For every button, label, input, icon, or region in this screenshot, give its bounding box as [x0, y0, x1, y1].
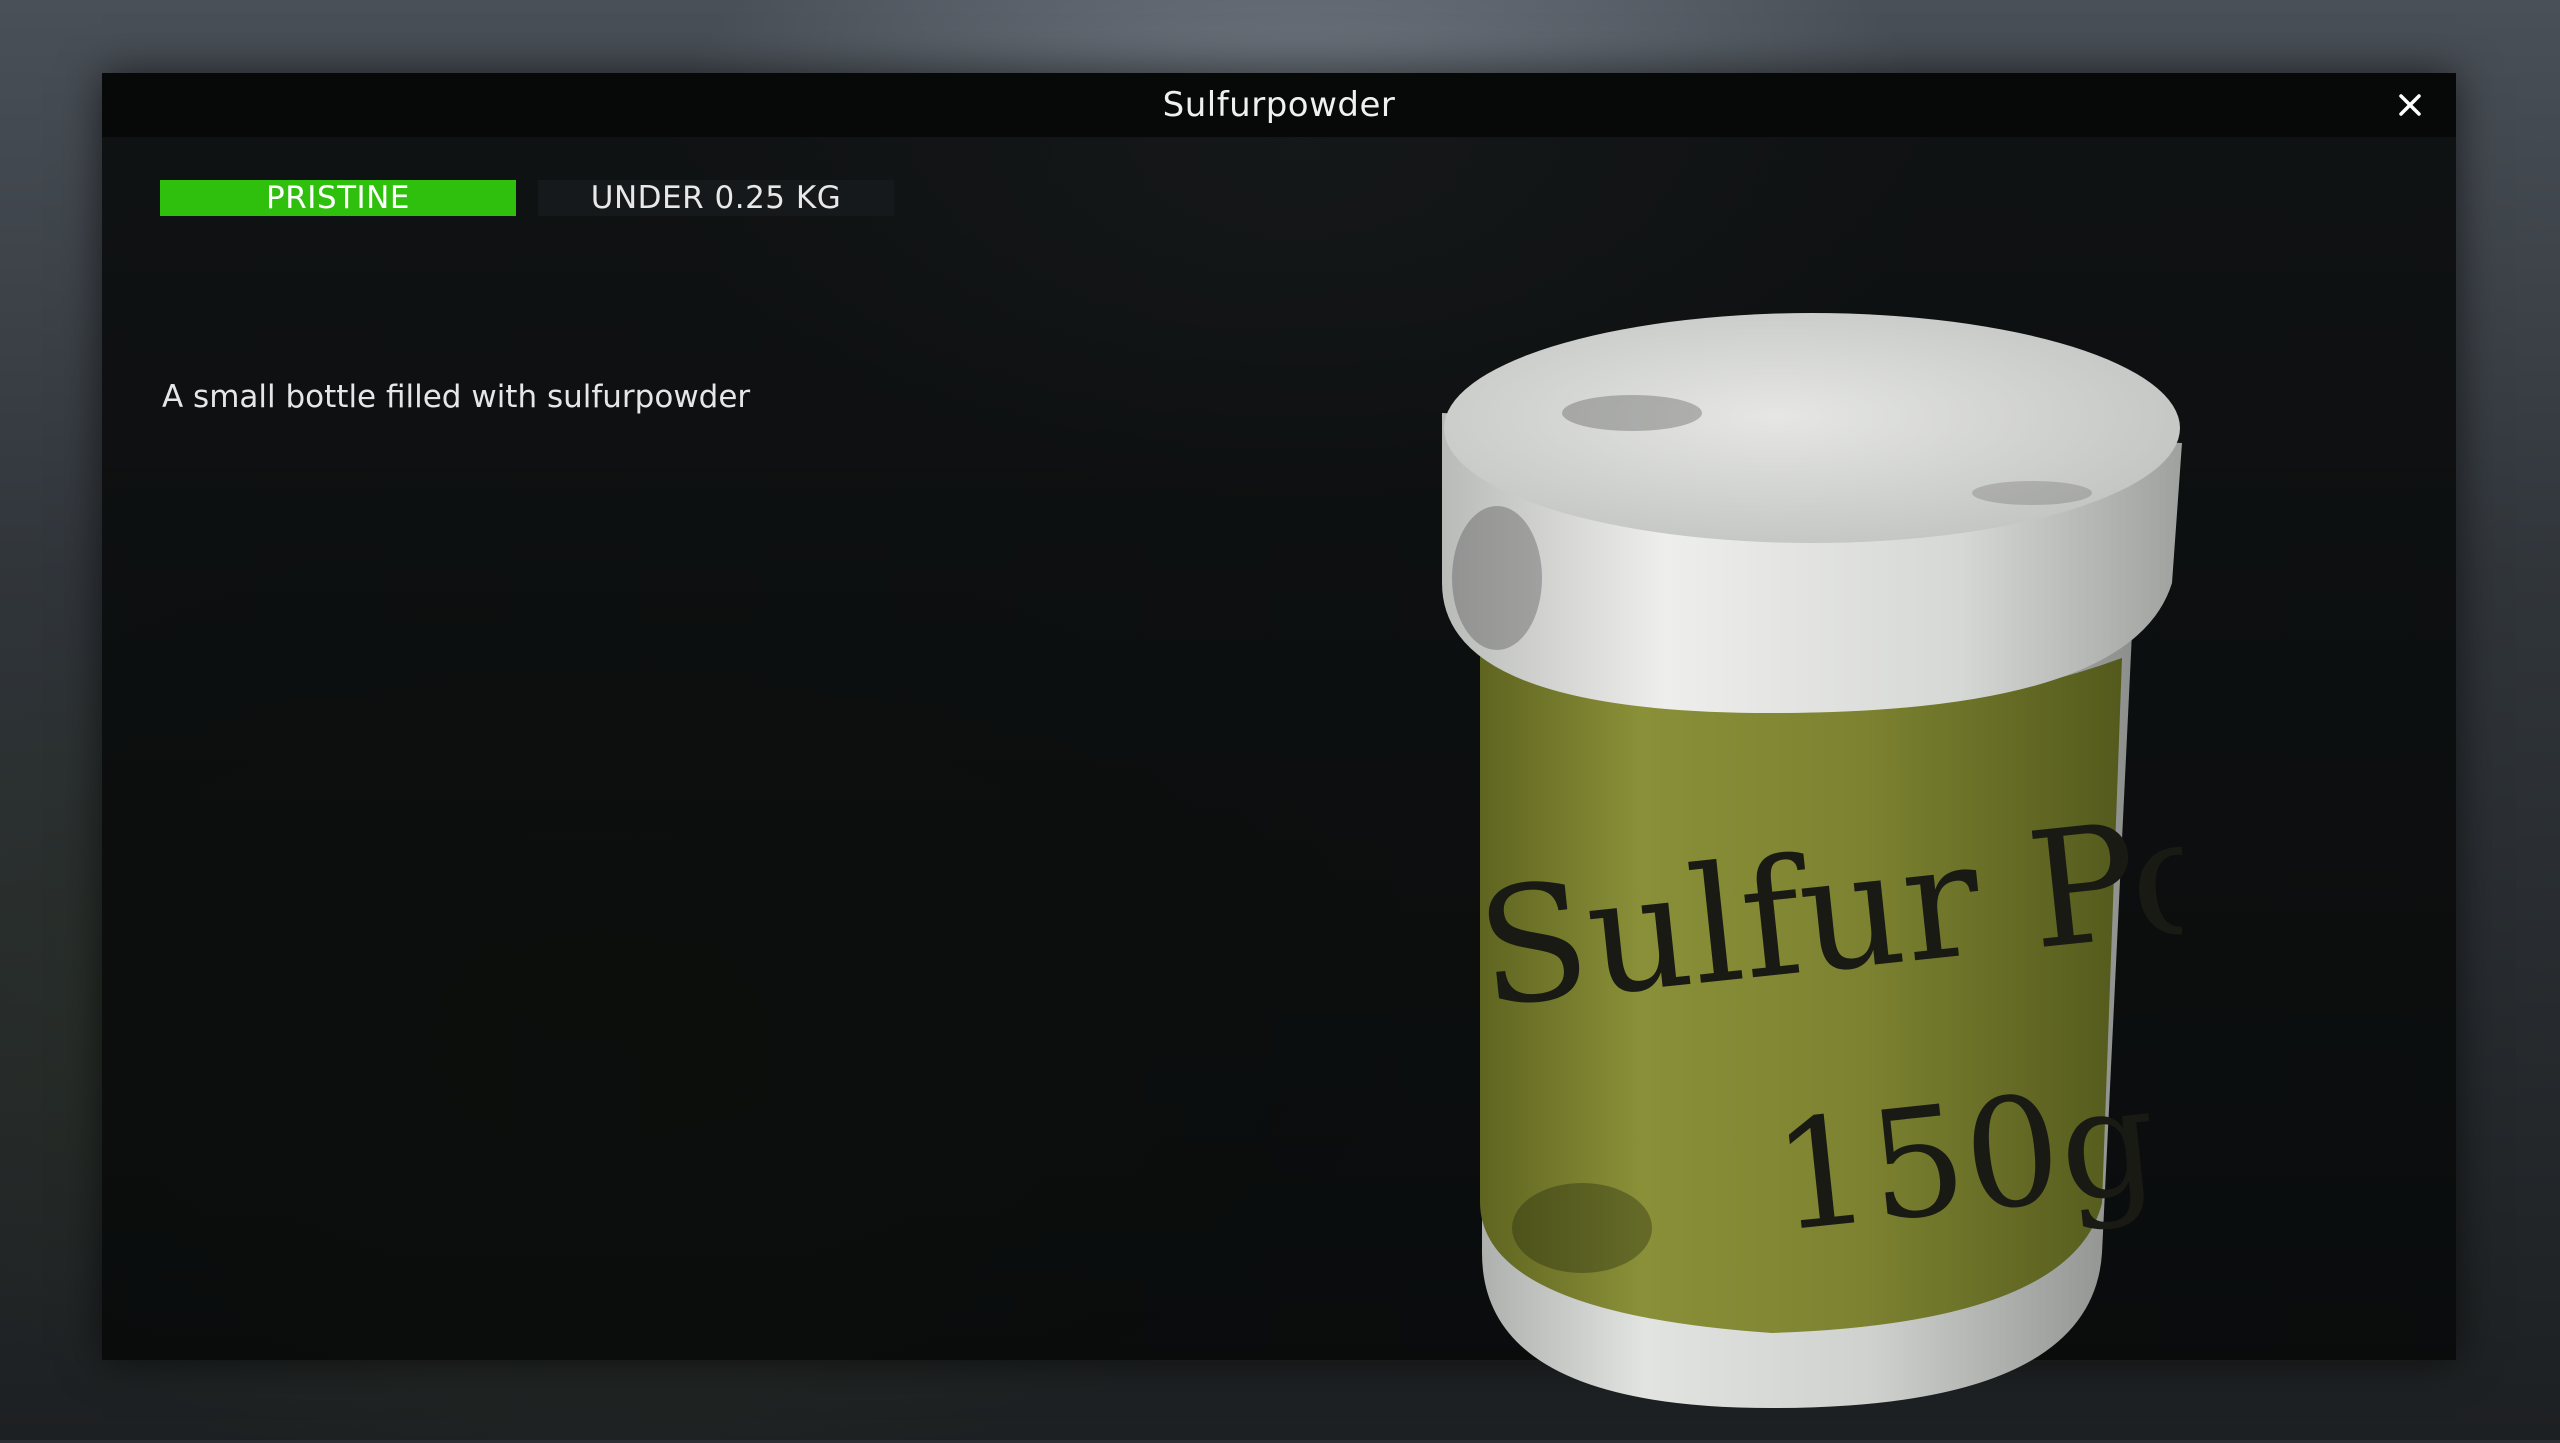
condition-badge: PRISTINE [160, 180, 516, 216]
weight-badge: UNDER 0.25 KG [538, 180, 894, 216]
item-description: A small bottle filled with sulfurpowder [162, 379, 751, 415]
window-title: Sulfurpowder [1162, 85, 1396, 125]
item-preview-model[interactable]: Sulfur Po 150g [1332, 243, 2182, 1443]
close-icon [2399, 94, 2421, 116]
title-bar: Sulfurpowder [102, 73, 2456, 137]
jar-cap-top [1444, 313, 2180, 543]
item-inspect-window: Sulfurpowder PRISTINE UNDER 0.25 KG A sm… [102, 73, 2456, 1408]
close-button[interactable] [2388, 83, 2432, 127]
